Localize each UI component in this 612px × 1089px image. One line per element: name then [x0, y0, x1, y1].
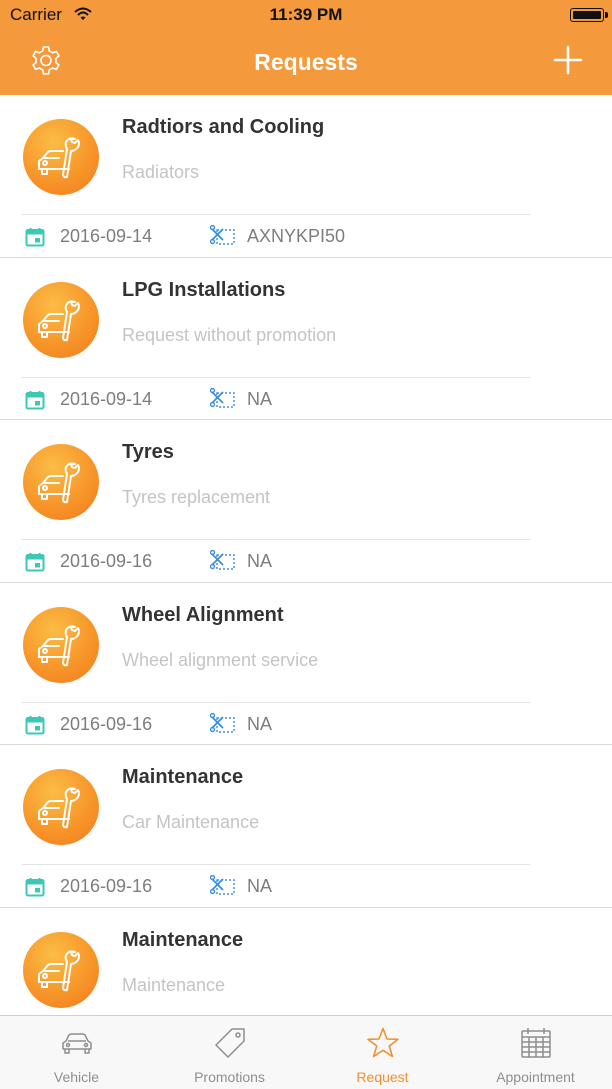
divider [22, 864, 530, 865]
coupon-icon [209, 387, 236, 415]
car-repair-icon [23, 606, 99, 683]
tab-label: Promotions [194, 1069, 265, 1085]
request-description: Maintenance [122, 974, 226, 995]
coupon-icon [209, 549, 236, 577]
divider [22, 539, 530, 540]
request-description: Request without promotion [122, 324, 337, 345]
tab-request[interactable]: Request [306, 1016, 459, 1089]
car-icon [0, 1026, 153, 1060]
request-list: Radtiors and Cooling Radiators 2016-09-1… [0, 95, 612, 1015]
tab-vehicle[interactable]: Vehicle [0, 1016, 153, 1089]
coupon-code: NA [247, 713, 273, 734]
coupon-code: NA [247, 388, 273, 409]
tab-promotions[interactable]: Promotions [153, 1016, 306, 1089]
tab-bar: Vehicle Promotions Request Appointment [0, 1015, 612, 1089]
coupon-code: AXNYKPI50 [247, 226, 346, 246]
calendar-icon [25, 227, 45, 252]
request-card[interactable]: Maintenance Maintenance [0, 908, 612, 1016]
request-description: Car Maintenance [122, 812, 260, 832]
calendar-icon [25, 552, 45, 577]
divider [22, 376, 530, 378]
request-description: Wheel alignment service [122, 649, 319, 670]
coupon-icon [209, 712, 236, 740]
request-card[interactable]: Radtiors and Cooling Radiators 2016-09-1… [0, 95, 612, 258]
tab-label: Request [356, 1069, 409, 1085]
request-title: LPG Installations [122, 278, 286, 301]
coupon-code: NA [247, 551, 273, 571]
request-date: 2016-09-16 [60, 876, 153, 896]
divider [22, 701, 530, 703]
status-time: 11:39 PM [269, 5, 343, 24]
calendar-icon [25, 715, 45, 740]
request-title: Wheel Alignment [122, 603, 284, 626]
star-icon [306, 1026, 459, 1060]
request-date: 2016-09-16 [60, 713, 153, 734]
request-title: Tyres [122, 441, 174, 463]
request-title: Maintenance [122, 928, 244, 951]
request-title: Radtiors and Cooling [122, 116, 325, 138]
car-repair-icon [23, 119, 99, 195]
status-bar: Carrier 11:39 PM [0, 0, 612, 30]
coupon-code: NA [247, 876, 273, 896]
request-card[interactable]: Wheel Alignment Wheel alignment service … [0, 583, 612, 745]
request-date: 2016-09-14 [60, 226, 153, 246]
car-repair-icon [23, 281, 99, 358]
car-repair-icon [23, 931, 99, 1008]
request-date: 2016-09-16 [60, 551, 153, 571]
tab-appointment[interactable]: Appointment [459, 1016, 612, 1089]
tab-label: Appointment [496, 1069, 575, 1085]
car-repair-icon [23, 769, 99, 845]
page-title: Requests [254, 49, 358, 75]
request-card[interactable]: LPG Installations Request without promot… [0, 258, 612, 420]
nav-bar: Requests [0, 30, 612, 95]
request-card[interactable]: Tyres Tyres replacement 2016-09-16 NA [0, 420, 612, 583]
car-repair-icon [23, 444, 99, 520]
calendar-icon [459, 1026, 612, 1060]
calendar-icon [25, 390, 45, 415]
request-date: 2016-09-14 [60, 388, 153, 409]
tag-icon [153, 1026, 306, 1060]
coupon-icon [209, 874, 236, 902]
request-title: Maintenance [122, 766, 244, 788]
coupon-icon [209, 224, 236, 252]
request-card[interactable]: Maintenance Car Maintenance 2016-09-16 N… [0, 745, 612, 908]
battery-icon [570, 8, 608, 22]
divider [22, 214, 530, 215]
request-description: Radiators [122, 162, 200, 182]
calendar-icon [25, 877, 45, 902]
request-description: Tyres replacement [122, 487, 271, 507]
tab-label: Vehicle [53, 1069, 100, 1085]
plus-icon[interactable] [552, 44, 584, 76]
